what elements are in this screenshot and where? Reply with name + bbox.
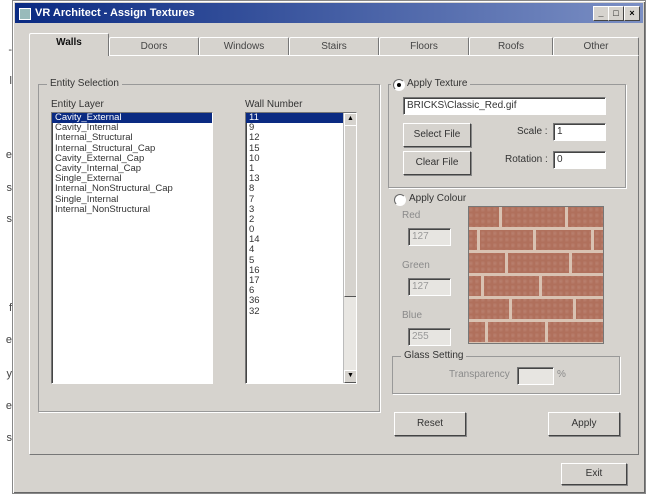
side-fragment: e — [5, 149, 12, 161]
side-fragment: s — [6, 213, 13, 225]
maximize-button[interactable]: □ — [608, 6, 624, 21]
title-bar[interactable]: VR Architect - Assign Textures _ □ × — [15, 3, 643, 23]
scroll-down-icon[interactable]: ▼ — [344, 370, 356, 383]
tab-bar: Walls Doors Windows Stairs Floors Roofs … — [29, 31, 639, 56]
list-item[interactable]: 14 — [246, 235, 356, 245]
entity-layer-list[interactable]: Cavity_External Cavity_Internal Internal… — [51, 112, 213, 384]
entity-layer-label: Entity Layer — [51, 99, 104, 110]
side-fragment: y — [6, 368, 13, 380]
list-item[interactable]: 13 — [246, 173, 356, 184]
list-item[interactable]: 0 — [246, 224, 356, 235]
apply-texture-group: Apply Texture BRICKS\Classic_Red.gif Sel… — [388, 78, 626, 188]
tab-roofs[interactable]: Roofs — [469, 37, 553, 56]
side-fragment: s — [6, 432, 13, 444]
list-item[interactable]: 3 — [246, 204, 356, 215]
texture-preview-image — [468, 206, 604, 344]
radio-dot-icon — [397, 83, 401, 87]
list-item[interactable]: 2 — [246, 214, 356, 225]
scale-field[interactable]: 1 — [553, 123, 606, 141]
list-item[interactable]: 17 — [246, 275, 356, 286]
list-item[interactable]: 9 — [246, 122, 356, 133]
apply-colour-radio[interactable] — [394, 194, 406, 206]
side-fragment: - — [8, 44, 12, 56]
list-item[interactable]: Internal_NonStructural — [52, 204, 212, 215]
list-item[interactable]: 11 — [246, 113, 356, 124]
scroll-thumb[interactable] — [344, 125, 356, 297]
clear-file-button[interactable]: Clear File — [403, 151, 471, 175]
transparency-label: Transparency — [449, 369, 510, 380]
scale-label: Scale : — [517, 126, 548, 137]
list-item[interactable]: 12 — [246, 133, 356, 143]
green-label: Green — [402, 260, 430, 271]
list-item[interactable]: 7 — [246, 194, 356, 205]
percent-unit: % — [557, 369, 566, 380]
reset-button[interactable]: Reset — [394, 412, 466, 436]
blue-field[interactable]: 255 — [408, 328, 451, 346]
list-item[interactable]: 36 — [246, 296, 356, 306]
tab-other[interactable]: Other — [553, 37, 639, 56]
entity-selection-title: Entity Selection — [47, 78, 122, 89]
transparency-field[interactable] — [517, 367, 554, 385]
assign-textures-window: VR Architect - Assign Textures _ □ × Wal… — [12, 0, 646, 494]
apply-colour-label: Apply Colour — [409, 193, 467, 204]
rotation-label: Rotation : — [505, 154, 548, 165]
side-fragment: f — [8, 302, 12, 314]
list-item[interactable]: 6 — [246, 285, 356, 296]
wall-number-scrollbar[interactable]: ▲ ▼ — [343, 113, 356, 383]
list-item[interactable]: 4 — [246, 245, 356, 255]
tab-stairs[interactable]: Stairs — [289, 37, 379, 56]
minimize-button[interactable]: _ — [593, 6, 609, 21]
list-item[interactable]: Internal_NonStructural_Cap — [52, 184, 212, 194]
tab-doors[interactable]: Doors — [109, 37, 199, 56]
list-item[interactable]: 1 — [246, 163, 356, 174]
glass-setting-group: Glass Setting Transparency % — [392, 350, 620, 394]
list-item[interactable]: 10 — [246, 153, 356, 164]
green-field[interactable]: 127 — [408, 278, 451, 296]
wall-number-label: Wall Number — [245, 99, 303, 110]
list-item[interactable]: 15 — [246, 143, 356, 154]
entity-selection-group: Entity Selection Entity Layer Wall Numbe… — [38, 78, 380, 412]
exit-button[interactable]: Exit — [561, 463, 627, 485]
list-item[interactable]: 16 — [246, 265, 356, 276]
texture-path-field[interactable]: BRICKS\Classic_Red.gif — [403, 97, 606, 115]
close-button[interactable]: × — [624, 6, 640, 21]
list-item[interactable]: 32 — [246, 306, 356, 317]
window-title: VR Architect - Assign Textures — [35, 7, 195, 19]
apply-texture-radio[interactable] — [393, 79, 405, 91]
tab-windows[interactable]: Windows — [199, 37, 289, 56]
side-fragment: s — [6, 182, 13, 194]
list-item[interactable]: 5 — [246, 255, 356, 266]
side-fragment: l — [9, 75, 12, 87]
red-label: Red — [402, 210, 421, 221]
tab-floors[interactable]: Floors — [379, 37, 469, 56]
red-field[interactable]: 127 — [408, 228, 451, 246]
wall-number-list[interactable]: 11 9 12 15 10 1 13 8 7 3 2 0 14 4 5 16 1… — [245, 112, 357, 384]
apply-texture-label: Apply Texture — [407, 78, 468, 89]
list-item[interactable]: 8 — [246, 184, 356, 194]
blue-label: Blue — [402, 310, 423, 321]
side-fragment: e — [5, 334, 12, 346]
glass-setting-title: Glass Setting — [401, 350, 467, 361]
apply-button[interactable]: Apply — [548, 412, 620, 436]
side-fragment: e — [5, 400, 12, 412]
rotation-field[interactable]: 0 — [553, 151, 606, 169]
select-file-button[interactable]: Select File — [403, 123, 471, 147]
app-icon — [19, 8, 31, 20]
tab-walls[interactable]: Walls — [29, 33, 109, 56]
